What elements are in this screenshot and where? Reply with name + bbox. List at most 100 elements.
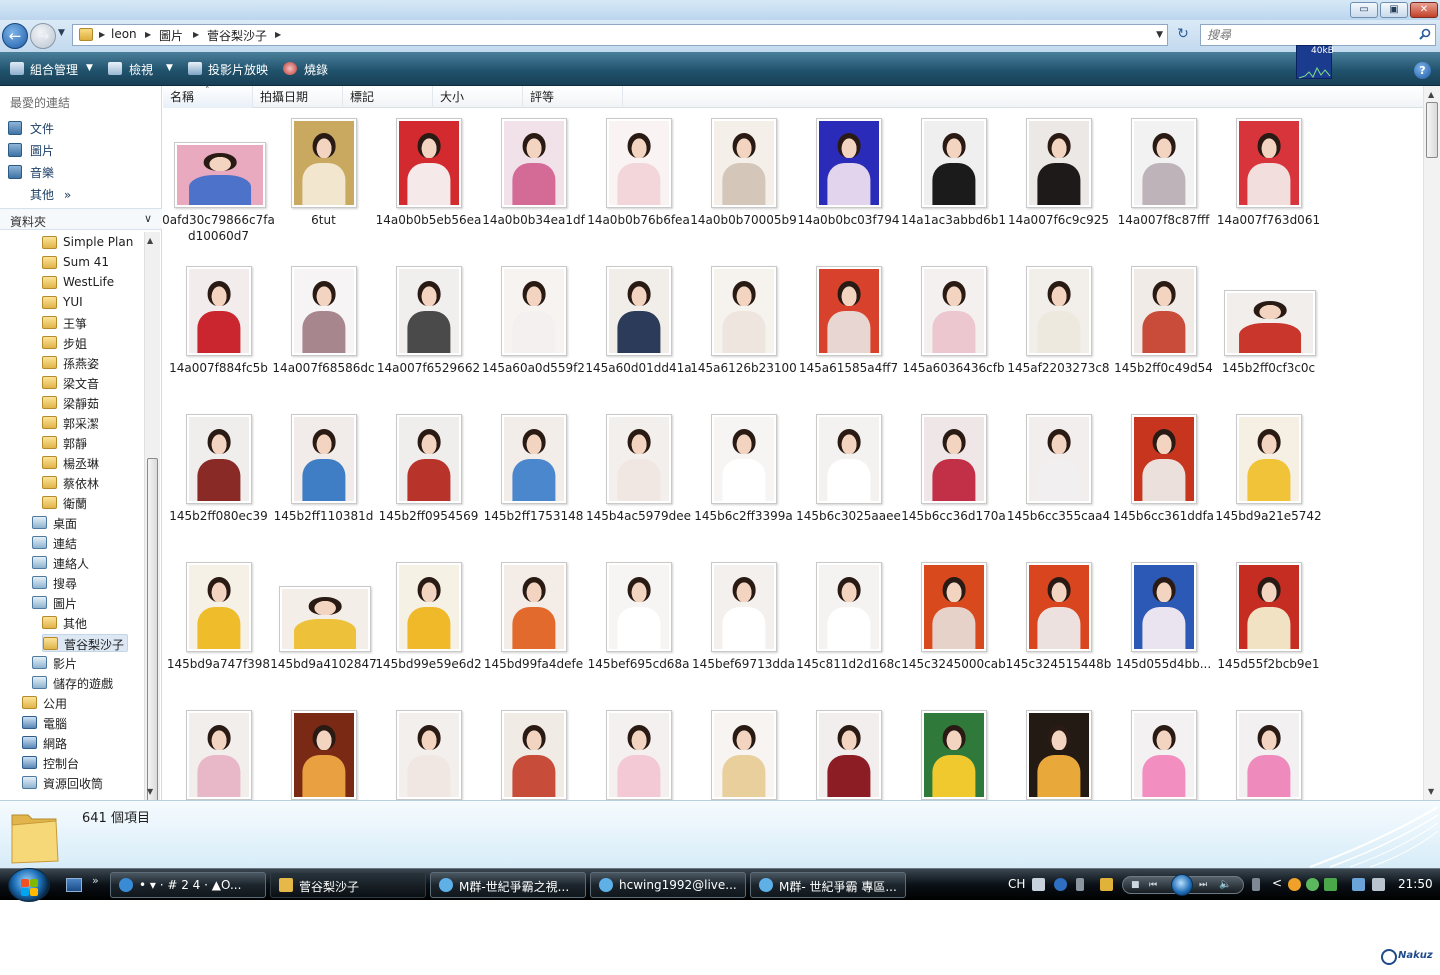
column-header-name[interactable]: 名稱 ˄: [163, 86, 253, 108]
photo-thumbnail[interactable]: [291, 266, 357, 356]
photo-thumbnail[interactable]: [186, 562, 252, 652]
photo-thumbnail[interactable]: [291, 118, 357, 208]
photo-thumbnail[interactable]: [606, 118, 672, 208]
task-button-ie[interactable]: • ▾ · # 2 4 · ▲O...: [110, 872, 266, 898]
file-tile[interactable]: 145c811d2d168c: [796, 556, 901, 704]
file-tile[interactable]: [271, 704, 376, 800]
file-tile[interactable]: 14a1ac3abbd6b1: [901, 112, 1006, 260]
breadcrumb-separator-icon[interactable]: ▶: [193, 30, 199, 39]
photo-thumbnail[interactable]: [606, 562, 672, 652]
photo-thumbnail[interactable]: [816, 118, 882, 208]
close-button[interactable]: ✕: [1410, 2, 1438, 18]
help-icon[interactable]: [1054, 878, 1067, 891]
photo-thumbnail[interactable]: [396, 118, 462, 208]
file-tile[interactable]: 145b6cc361ddfa: [1111, 408, 1216, 556]
photo-thumbnail[interactable]: [1131, 710, 1197, 800]
photo-thumbnail[interactable]: [396, 414, 462, 504]
file-tile[interactable]: 14a0b0b34ea1df: [481, 112, 586, 260]
photo-thumbnail[interactable]: [606, 710, 672, 800]
tree-item[interactable]: 連結: [32, 534, 144, 552]
organize-button[interactable]: 組合管理: [30, 61, 78, 78]
file-tile[interactable]: [481, 704, 586, 800]
breadcrumb-separator-icon[interactable]: ▶: [145, 30, 151, 39]
photo-thumbnail[interactable]: [291, 414, 357, 504]
show-desktop-icon[interactable]: [66, 878, 82, 892]
file-tile[interactable]: [166, 704, 271, 800]
favorite-more[interactable]: 其他 »: [30, 186, 71, 203]
breadcrumb-separator-icon[interactable]: ▶: [99, 30, 105, 39]
tree-item[interactable]: 梁靜茹: [42, 394, 144, 412]
file-tile[interactable]: 14a007f6529662: [376, 260, 481, 408]
views-dropdown-icon[interactable]: ▼: [166, 63, 173, 73]
file-tile[interactable]: [691, 704, 796, 800]
photo-thumbnail[interactable]: [501, 562, 567, 652]
back-button[interactable]: ←: [2, 23, 28, 49]
folder-tree-scrollbar[interactable]: ▲ ▼: [144, 232, 160, 854]
tree-item[interactable]: 郭采潔: [42, 414, 144, 432]
tree-item[interactable]: 蔡依林: [42, 474, 144, 492]
tree-item[interactable]: 儲存的遊戲: [32, 674, 144, 692]
file-list-scrollbar[interactable]: ▲ ▼: [1423, 86, 1440, 800]
photo-thumbnail[interactable]: [711, 710, 777, 800]
previous-icon[interactable]: ⏮: [1149, 880, 1157, 890]
photo-thumbnail[interactable]: [711, 562, 777, 652]
volume-icon[interactable]: [1372, 878, 1385, 891]
tree-item[interactable]: 網路: [22, 734, 142, 752]
tree-item[interactable]: 影片: [32, 654, 144, 672]
tree-item[interactable]: 步姐: [42, 334, 144, 352]
photo-thumbnail[interactable]: [279, 586, 371, 652]
maximize-button[interactable]: ▣: [1380, 2, 1408, 18]
file-tile[interactable]: 145d055d4bb...: [1111, 556, 1216, 704]
file-tile[interactable]: 145b6cc355caa4: [1006, 408, 1111, 556]
photo-thumbnail[interactable]: [1026, 562, 1092, 652]
tree-item[interactable]: 王箏: [42, 314, 144, 332]
photo-thumbnail[interactable]: [1236, 710, 1302, 800]
column-header-rating[interactable]: 評等: [523, 86, 623, 108]
breadcrumb-pictures[interactable]: 圖片: [159, 27, 183, 44]
tree-item[interactable]: 搜尋: [32, 574, 144, 592]
slideshow-button[interactable]: 投影片放映: [208, 61, 268, 78]
file-tile[interactable]: 145a60d01dd41a: [585, 260, 692, 408]
network-icon[interactable]: [1352, 878, 1365, 891]
address-dropdown-icon[interactable]: ▼: [1156, 30, 1163, 40]
play-button[interactable]: [1171, 874, 1193, 896]
photo-thumbnail[interactable]: [396, 710, 462, 800]
photo-thumbnail[interactable]: [396, 266, 462, 356]
file-tile[interactable]: [796, 704, 901, 800]
file-tile[interactable]: 145bd99e59e6d2: [375, 556, 482, 704]
file-tile[interactable]: 14a007f6c9c925: [1006, 112, 1111, 260]
photo-thumbnail[interactable]: [1131, 118, 1197, 208]
photo-thumbnail[interactable]: [606, 266, 672, 356]
file-tile[interactable]: 6tut: [271, 112, 376, 260]
language-indicator[interactable]: CH: [1008, 877, 1025, 891]
file-tile[interactable]: 145b2ff1753148: [481, 408, 586, 556]
file-tile[interactable]: 14a0b0b70005b9: [690, 112, 797, 260]
scroll-down-arrow-icon[interactable]: ▼: [147, 787, 153, 796]
tree-item[interactable]: YUI: [42, 294, 144, 312]
show-hidden-icons-chevron-icon[interactable]: <: [1272, 876, 1282, 890]
tree-item[interactable]: 桌面: [32, 514, 144, 532]
file-tile[interactable]: 145bd99fa4defe: [481, 556, 586, 704]
file-tile[interactable]: 145b6cc36d170a: [901, 408, 1006, 556]
stop-icon[interactable]: ■: [1131, 880, 1140, 890]
photo-thumbnail[interactable]: [711, 414, 777, 504]
photo-thumbnail[interactable]: [1026, 118, 1092, 208]
file-tile[interactable]: 145bd9a21e5742: [1215, 408, 1322, 556]
file-tile[interactable]: 145bef695cd68a: [586, 556, 691, 704]
language-bar-icon[interactable]: [1076, 878, 1084, 891]
minimize-button[interactable]: ▭: [1350, 2, 1378, 18]
photo-thumbnail[interactable]: [291, 710, 357, 800]
photo-thumbnail[interactable]: [1236, 414, 1302, 504]
tray-app-icon[interactable]: [1288, 878, 1301, 891]
file-tile[interactable]: 145b2ff080ec39: [166, 408, 271, 556]
tree-item[interactable]: Simple Plan: [42, 234, 144, 252]
history-dropdown-icon[interactable]: ▼: [58, 28, 65, 38]
forward-button[interactable]: →: [30, 23, 56, 49]
search-box[interactable]: [1200, 24, 1436, 46]
photo-thumbnail[interactable]: [501, 118, 567, 208]
breadcrumb-separator-icon[interactable]: ▶: [275, 30, 281, 39]
tree-item[interactable]: 圖片: [32, 594, 144, 612]
photo-thumbnail[interactable]: [396, 562, 462, 652]
photo-thumbnail[interactable]: [186, 710, 252, 800]
photo-thumbnail[interactable]: [174, 142, 266, 208]
